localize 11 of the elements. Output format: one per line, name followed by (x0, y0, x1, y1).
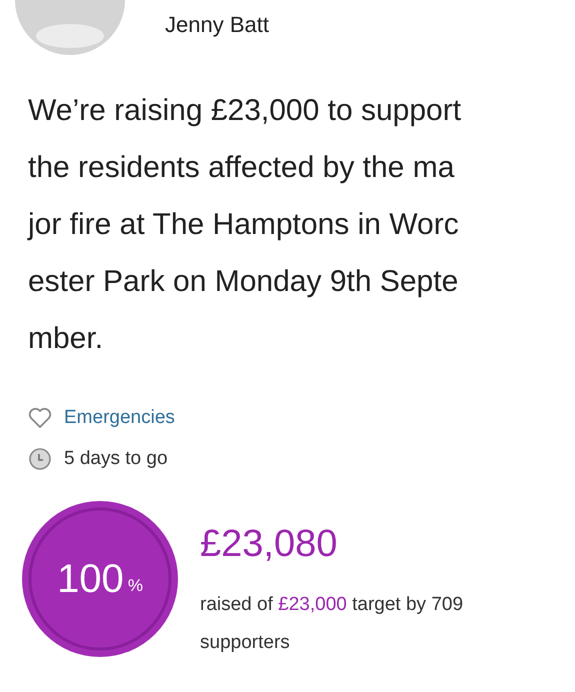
percent-value: 100 (57, 556, 124, 602)
time-left: 5 days to go (64, 448, 168, 470)
raised-amount: £23,080 (200, 523, 338, 566)
avatar-icon (15, 0, 125, 58)
heart-icon (28, 407, 52, 429)
percent-unit: % (128, 576, 143, 596)
organiser-name: Jenny Batt (165, 12, 269, 38)
category-link[interactable]: Emergencies (64, 407, 175, 429)
target-summary: raised of £23,000 target by 709 supporters (200, 593, 464, 655)
clock-icon (28, 447, 52, 471)
description-text: We’re raising £23,000 to support the residents affected by the ma jor fire at The Hamptons in Worc ester Park on Monday 9th Septe mber. (28, 93, 462, 357)
